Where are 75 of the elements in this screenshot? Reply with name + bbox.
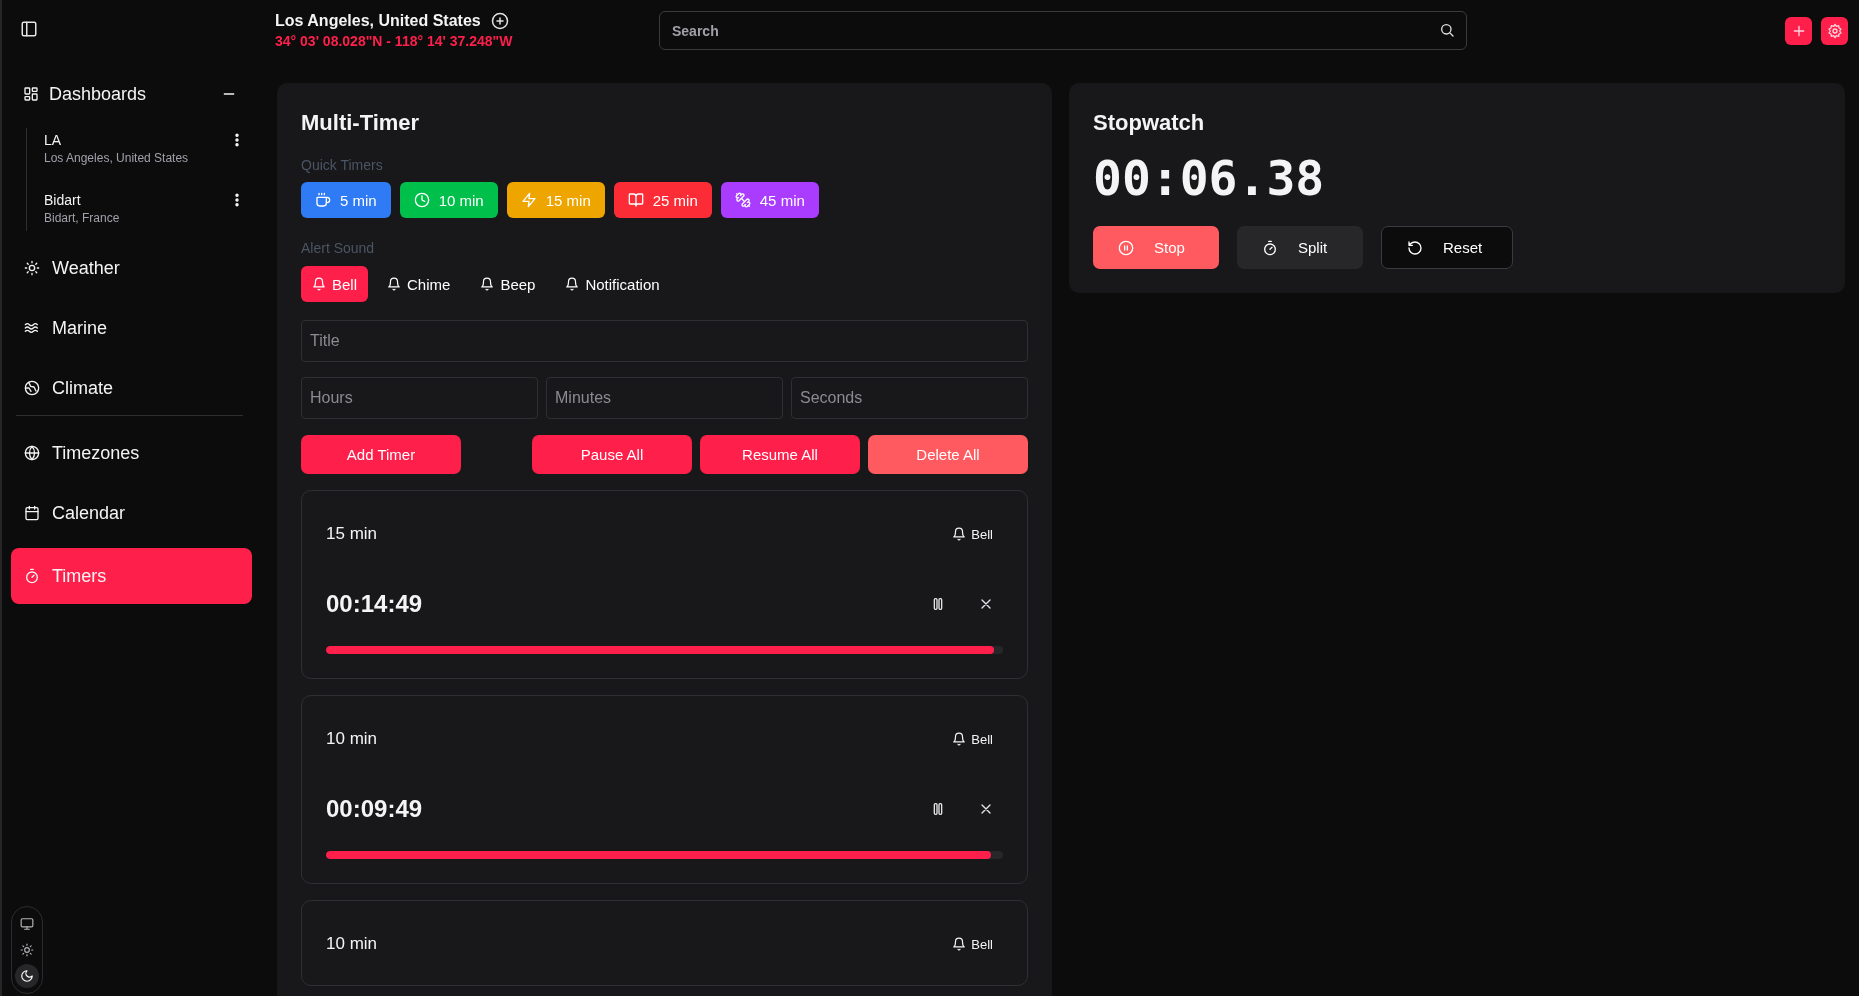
title-input-field[interactable]: Title [301, 320, 1028, 362]
alert-sound-option[interactable]: Bell [301, 266, 368, 302]
search-field[interactable]: Search [659, 11, 1467, 50]
timer-countdown: 00:14:49 [326, 590, 423, 618]
cup-icon [315, 192, 331, 208]
quick-timer-button[interactable]: 25 min [613, 182, 712, 218]
bulk-action-button[interactable]: Resume All [700, 435, 860, 474]
globe-icon [24, 380, 40, 396]
timer-sound: Bell [971, 731, 993, 747]
bell-icon [565, 277, 580, 291]
time-input-field[interactable]: Seconds [791, 377, 1028, 419]
time-input-field[interactable]: Minutes [546, 377, 783, 419]
sidebar-toggle-button[interactable] [19, 19, 39, 39]
pause-icon [1118, 239, 1134, 256]
add-location-icon[interactable] [490, 12, 509, 30]
sidebar-icon [20, 20, 38, 38]
dashboard-location: Bidart, France [44, 211, 121, 225]
timer-sound: Bell [971, 936, 993, 952]
add-timer-button[interactable]: Add Timer [301, 435, 461, 474]
alert-sound-option[interactable]: Beep [469, 266, 547, 302]
sun-icon [20, 943, 34, 957]
bell-icon [387, 277, 401, 291]
settings-icon [1826, 23, 1843, 39]
book-icon [627, 192, 644, 208]
settings-button[interactable] [1821, 17, 1848, 45]
monitor-icon [20, 917, 34, 931]
quick-timer-button[interactable]: 45 min [720, 182, 819, 218]
reset-icon [1407, 239, 1423, 256]
bell-icon [312, 277, 326, 291]
nav-item[interactable]: Timezones [11, 428, 252, 478]
stopwatch-button[interactable]: Reset [1381, 226, 1513, 269]
calendar-icon [24, 505, 40, 521]
timer-title: 10 min [326, 934, 378, 954]
sun-icon [24, 260, 40, 276]
alert-sound-option[interactable]: Notification [554, 266, 671, 302]
dumbbell-icon [734, 192, 751, 208]
bulk-action-button[interactable]: Pause All [532, 435, 692, 474]
bell-icon [480, 277, 495, 291]
dashboard-icon [23, 86, 39, 102]
search-icon [1439, 22, 1455, 38]
dashboard-name[interactable]: LA [44, 132, 229, 148]
lightning-icon [520, 192, 537, 208]
timer-title: 15 min [326, 524, 378, 544]
stopwatch-time: 00:06.38 [1093, 149, 1326, 208]
time-input-field[interactable]: Hours [301, 377, 538, 419]
dashboards-label[interactable]: Dashboards [49, 83, 147, 105]
panel-title: Multi-Timer [301, 109, 421, 137]
timer-title: 10 min [326, 729, 378, 749]
stopwatch-icon [24, 568, 40, 584]
clock-icon [413, 192, 430, 208]
location-title: Los Angeles, United States [275, 12, 481, 30]
globe-icon [24, 445, 40, 461]
bell-icon [952, 732, 967, 746]
dashboard-location: Los Angeles, United States [44, 151, 190, 165]
coordinates: 34° 03' 08.028"N - 118° 14' 37.248"W [275, 33, 514, 49]
section-label: Quick Timers [301, 157, 384, 173]
nav-item[interactable]: Weather [11, 243, 252, 293]
section-label: Alert Sound [301, 240, 376, 256]
quick-timer-button[interactable]: 5 min [301, 182, 391, 218]
nav-item[interactable]: Climate [11, 363, 252, 413]
add-button[interactable] [1785, 17, 1812, 45]
stopwatch-icon [1262, 239, 1278, 256]
dashboard-name[interactable]: Bidart [44, 192, 229, 208]
bell-icon [952, 937, 967, 951]
timer-sound: Bell [971, 526, 993, 542]
waves-icon [24, 320, 40, 336]
panel-title: Stopwatch [1093, 109, 1206, 137]
stopwatch-button[interactable]: Split [1237, 226, 1363, 269]
nav-item[interactable]: Marine [11, 303, 252, 353]
bell-icon [952, 527, 967, 541]
theme-moon-button[interactable] [15, 964, 39, 988]
timer-countdown: 00:09:49 [326, 795, 423, 823]
moon-icon [20, 969, 34, 983]
alert-sound-option[interactable]: Chime [376, 266, 462, 302]
nav-item[interactable]: Calendar [11, 488, 252, 538]
